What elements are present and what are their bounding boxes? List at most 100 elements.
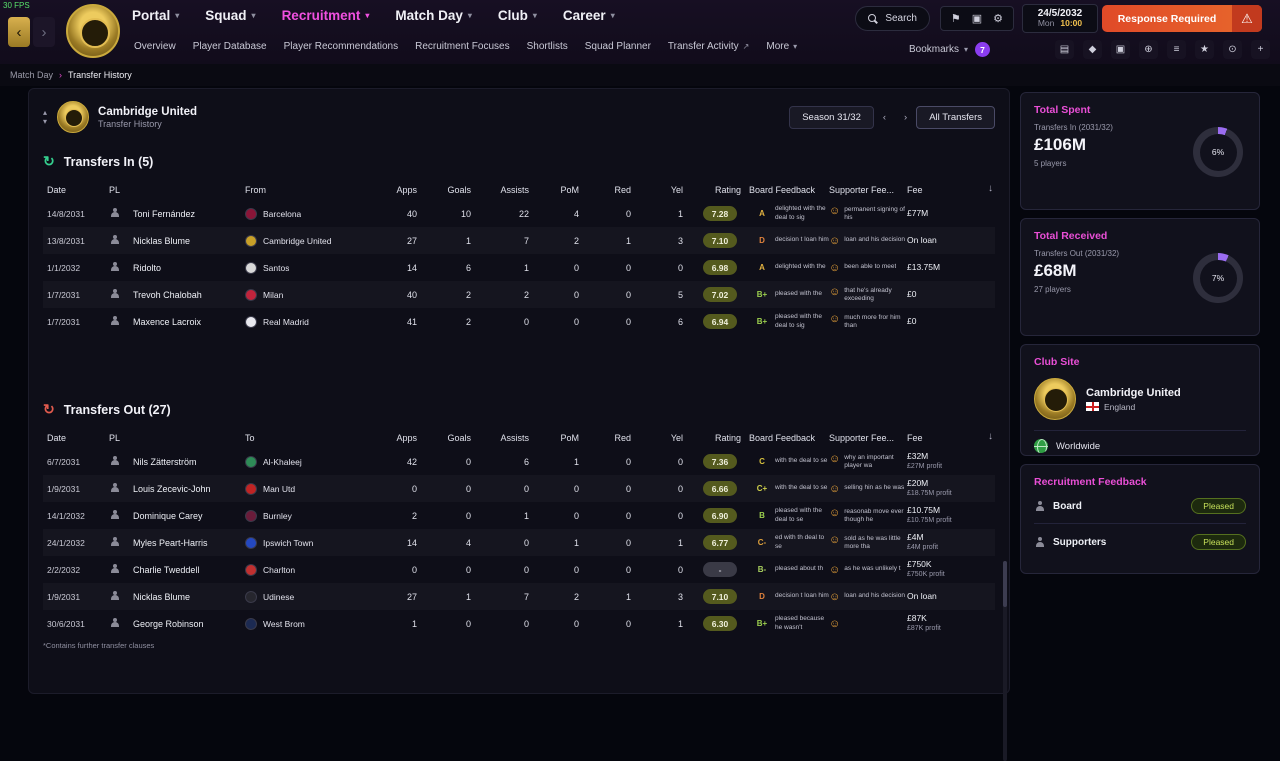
col-apps[interactable]: Apps bbox=[375, 185, 425, 195]
col-yel[interactable]: Yel bbox=[639, 433, 691, 443]
cell-club[interactable]: Man Utd bbox=[245, 482, 375, 495]
col-assists[interactable]: Assists bbox=[479, 433, 537, 443]
transfer-row[interactable]: 1/1/2032 Ridolto Santos 14 6 1 0 0 0 6.98 Adelight… bbox=[43, 254, 995, 281]
cell-club[interactable]: Cambridge United bbox=[245, 234, 375, 247]
col-apps[interactable]: Apps bbox=[375, 433, 425, 443]
transfer-row[interactable]: 2/2/2032 Charlie Tweddell Charlton 0 0 0 0 0 0 - B… bbox=[43, 556, 995, 583]
col-fee[interactable]: Fee bbox=[907, 433, 975, 443]
game-date[interactable]: 24/5/2032 Mon 10:00 bbox=[1022, 4, 1098, 33]
transfer-row[interactable]: 13/8/2031 Nicklas Blume Cambridge United 27… bbox=[43, 227, 995, 254]
col-pom[interactable]: PoM bbox=[537, 185, 587, 195]
subnav-recruitment-focuses[interactable]: Recruitment Focuses bbox=[415, 41, 509, 52]
breadcrumb-transfer-history[interactable]: Transfer History bbox=[68, 70, 132, 80]
col-pom[interactable]: PoM bbox=[537, 433, 587, 443]
medical-icon[interactable]: + bbox=[1251, 40, 1270, 59]
search-button[interactable]: Search bbox=[855, 6, 930, 31]
squad-icon[interactable]: ▣ bbox=[1111, 40, 1130, 59]
menu-recruitment[interactable]: Recruitment ▾ bbox=[282, 8, 370, 23]
cell-club[interactable]: Burnley bbox=[245, 509, 375, 522]
cell-club[interactable]: Ipswich Town bbox=[245, 536, 375, 549]
worldwide-row[interactable]: Worldwide bbox=[1034, 439, 1246, 453]
bookmark-icon[interactable]: ⚑ bbox=[951, 12, 961, 25]
col-rating[interactable]: Rating bbox=[691, 185, 749, 195]
cell-player-name[interactable]: Louis Zecevic-John bbox=[133, 484, 245, 494]
transfer-row[interactable]: 30/6/2031 George Robinson West Brom 1 0 0 0 0 1 6… bbox=[43, 610, 995, 637]
cell-player-name[interactable]: Myles Peart-Harris bbox=[133, 538, 245, 548]
monitor-icon[interactable]: ▣ bbox=[972, 12, 982, 25]
cell-club[interactable]: Charlton bbox=[245, 563, 375, 576]
cell-player-name[interactable]: Trevoh Chalobah bbox=[133, 290, 245, 300]
transfer-row[interactable]: 1/9/2031 Louis Zecevic-John Man Utd 0 0 0 0 0 0 6… bbox=[43, 475, 995, 502]
cell-club[interactable]: Real Madrid bbox=[245, 315, 375, 328]
sort-icon[interactable]: ↓ bbox=[988, 431, 993, 442]
chevron-down-icon[interactable]: ▾ bbox=[43, 117, 47, 126]
transfer-row[interactable]: 24/1/2032 Myles Peart-Harris Ipswich Town 1… bbox=[43, 529, 995, 556]
response-required-button[interactable]: Response Required ⚠ bbox=[1102, 5, 1262, 32]
menu-career[interactable]: Career ▾ bbox=[563, 8, 615, 23]
training-icon[interactable]: ⊙ bbox=[1223, 40, 1242, 59]
cell-player-name[interactable]: Toni Fernández bbox=[133, 209, 245, 219]
bookmarks-button[interactable]: Bookmarks ▾ bbox=[909, 44, 968, 55]
transfer-row[interactable]: 6/7/2031 Nils Zätterström Al-Khaleej 42 0 6 1 0… bbox=[43, 448, 995, 475]
scrollbar-thumb[interactable] bbox=[1003, 561, 1007, 607]
season-prev-button[interactable]: ‹ bbox=[874, 106, 895, 129]
sort-icon[interactable]: ↓ bbox=[988, 183, 993, 194]
transfer-row[interactable]: 14/1/2032 Dominique Carey Burnley 2 0 1 0 0 0 6.9… bbox=[43, 502, 995, 529]
menu-match-day[interactable]: Match Day ▾ bbox=[395, 8, 472, 23]
subnav-transfer-activity[interactable]: Transfer Activity ↗ bbox=[668, 41, 749, 52]
cell-player-name[interactable]: Nicklas Blume bbox=[133, 236, 245, 246]
col-pl[interactable]: PL bbox=[109, 185, 133, 195]
transfer-row[interactable]: 14/8/2031 Toni Fernández Barcelona 40 10 22 4 0… bbox=[43, 200, 995, 227]
inbox-icon[interactable]: ▤ bbox=[1055, 40, 1074, 59]
transfer-row[interactable]: 1/7/2031 Trevoh Chalobah Milan 40 2 2 0 0 5 7.02 B… bbox=[43, 281, 995, 308]
cell-player-name[interactable]: Maxence Lacroix bbox=[133, 317, 245, 327]
back-button[interactable]: ‹ bbox=[8, 17, 30, 47]
subnav-player-recommendations[interactable]: Player Recommendations bbox=[284, 41, 399, 52]
col-date[interactable]: Date bbox=[47, 433, 109, 443]
menu-portal[interactable]: Portal ▾ bbox=[132, 8, 179, 23]
supporters-feedback-row[interactable]: Supporters Pleased bbox=[1034, 534, 1246, 550]
scrollbar[interactable] bbox=[1003, 561, 1007, 761]
cell-player-name[interactable]: Ridolto bbox=[133, 263, 245, 273]
subnav-more[interactable]: More ▾ bbox=[766, 41, 797, 52]
gear-icon[interactable]: ⚙ bbox=[993, 12, 1003, 25]
club-logo[interactable] bbox=[66, 4, 120, 58]
cell-player-name[interactable]: George Robinson bbox=[133, 619, 245, 629]
cell-club[interactable]: Milan bbox=[245, 288, 375, 301]
cell-club[interactable]: West Brom bbox=[245, 617, 375, 630]
cell-club[interactable]: Santos bbox=[245, 261, 375, 274]
subnav-overview[interactable]: Overview bbox=[134, 41, 176, 52]
col-goals[interactable]: Goals bbox=[425, 433, 479, 443]
schedule-icon[interactable]: ≡ bbox=[1167, 40, 1186, 59]
all-transfers-filter[interactable]: All Transfers bbox=[916, 105, 995, 129]
chevron-up-icon[interactable]: ▴ bbox=[43, 108, 47, 117]
col-supporter-feedback[interactable]: Supporter Fee... bbox=[829, 433, 907, 443]
cell-player-name[interactable]: Nils Zätterström bbox=[133, 457, 245, 467]
cell-player-name[interactable]: Charlie Tweddell bbox=[133, 565, 245, 575]
col-red[interactable]: Red bbox=[587, 185, 639, 195]
subnav-player-database[interactable]: Player Database bbox=[193, 41, 267, 52]
season-next-button[interactable]: › bbox=[895, 106, 916, 129]
col-board-feedback[interactable]: Board Feedback bbox=[749, 433, 815, 443]
col-goals[interactable]: Goals bbox=[425, 185, 479, 195]
cell-club[interactable]: Udinese bbox=[245, 590, 375, 603]
menu-squad[interactable]: Squad ▾ bbox=[205, 8, 255, 23]
notification-badge[interactable]: 7 bbox=[975, 42, 990, 57]
board-feedback-row[interactable]: Board Pleased bbox=[1034, 498, 1246, 514]
col-yel[interactable]: Yel bbox=[639, 185, 691, 195]
col-rating[interactable]: Rating bbox=[691, 433, 749, 443]
cell-club[interactable]: Barcelona bbox=[245, 207, 375, 220]
col-assists[interactable]: Assists bbox=[479, 185, 537, 195]
competition-icon[interactable]: ★ bbox=[1195, 40, 1214, 59]
subnav-squad-planner[interactable]: Squad Planner bbox=[585, 41, 651, 52]
col-fee[interactable]: Fee bbox=[907, 185, 975, 195]
col-pl[interactable]: PL bbox=[109, 433, 133, 443]
transfer-row[interactable]: 1/7/2031 Maxence Lacroix Real Madrid 41 2 0 0 0… bbox=[43, 308, 995, 335]
forward-button[interactable]: › bbox=[33, 17, 55, 47]
subnav-shortlists[interactable]: Shortlists bbox=[527, 41, 568, 52]
col-club[interactable]: To bbox=[245, 433, 375, 443]
cell-club[interactable]: Al-Khaleej bbox=[245, 455, 375, 468]
menu-club[interactable]: Club ▾ bbox=[498, 8, 537, 23]
collapse-controls[interactable]: ▴ ▾ bbox=[43, 108, 47, 126]
col-board-feedback[interactable]: Board Feedback bbox=[749, 185, 815, 195]
